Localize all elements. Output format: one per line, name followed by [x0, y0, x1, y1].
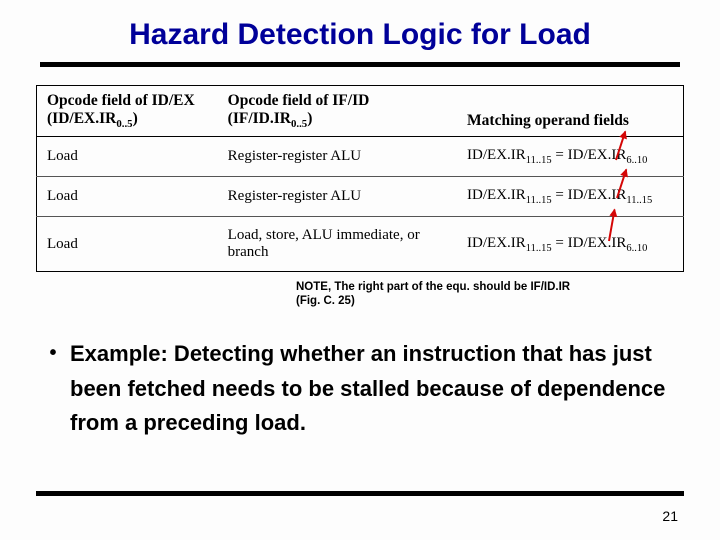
cell-matching: ID/EX.IR11..15 = ID/EX.IR11..15 — [457, 177, 683, 217]
note-line1: NOTE, The right part of the equ. should … — [296, 280, 660, 294]
table-row: Load Load, store, ALU immediate, or bran… — [37, 217, 684, 272]
cell-opcode-idex: Load — [37, 217, 218, 272]
expr-right-sub: 6..10 — [626, 243, 647, 254]
expr-left: ID/EX.IR — [467, 187, 526, 203]
table-header-row: Opcode field of ID/EX (ID/EX.IR0..5) Opc… — [37, 86, 684, 137]
expr-left: ID/EX.IR — [467, 235, 526, 251]
expr-right-sub: 11..15 — [626, 195, 652, 206]
cell-opcode-idex: Load — [37, 177, 218, 217]
expr-right-sub: 6..10 — [626, 155, 647, 166]
hazard-table: Opcode field of ID/EX (ID/EX.IR0..5) Opc… — [36, 85, 684, 272]
cell-matching: ID/EX.IR11..15 = ID/EX.IR6..10 — [457, 217, 683, 272]
table-header-col1: Opcode field of ID/EX (ID/EX.IR0..5) — [37, 86, 218, 137]
expr-left-sub: 11..15 — [526, 243, 552, 254]
header-col2-b: ) — [307, 110, 312, 127]
page-number: 21 — [662, 508, 678, 524]
header-col1-suffix: ) — [133, 110, 138, 127]
cell-opcode-idex: Load — [37, 137, 218, 177]
note-block: NOTE, The right part of the equ. should … — [296, 280, 660, 309]
example-block: • Example: Detecting whether an instruct… — [36, 337, 684, 441]
header-col2-sub: 0..5 — [291, 118, 307, 130]
expr-left-sub: 11..15 — [526, 155, 552, 166]
expr-mid: = ID/EX.IR — [552, 187, 627, 203]
note-line2: (Fig. C. 25) — [296, 294, 660, 308]
cell-matching: ID/EX.IR11..15 = ID/EX.IR6..10 — [457, 137, 683, 177]
expr-left-sub: 11..15 — [526, 195, 552, 206]
header-col1-prefix: (ID/EX.IR — [47, 110, 116, 127]
bullet-icon: • — [36, 337, 70, 441]
header-col1-line1: Opcode field of ID/EX — [47, 92, 195, 109]
cell-opcode-ifid: Load, store, ALU immediate, or branch — [218, 217, 457, 272]
table-row: Load Register-register ALU ID/EX.IR11..1… — [37, 137, 684, 177]
table-header-col2: Opcode field of IF/ID (IF/ID.IR0..5) — [218, 86, 457, 137]
example-text: Example: Detecting whether an instructio… — [70, 337, 684, 441]
header-col1-sub: 0..5 — [116, 118, 132, 130]
page-title: Hazard Detection Logic for Load — [36, 18, 684, 52]
cell-opcode-ifid: Register-register ALU — [218, 177, 457, 217]
expr-left: ID/EX.IR — [467, 147, 526, 163]
title-underline — [40, 62, 680, 67]
table-row: Load Register-register ALU ID/EX.IR11..1… — [37, 177, 684, 217]
table-header-col3: Matching operand fields — [457, 86, 683, 137]
footer-divider — [36, 491, 684, 496]
expr-mid: = ID/EX.IR — [552, 235, 627, 251]
cell-opcode-ifid: Register-register ALU — [218, 137, 457, 177]
expr-mid: = ID/EX.IR — [552, 147, 627, 163]
